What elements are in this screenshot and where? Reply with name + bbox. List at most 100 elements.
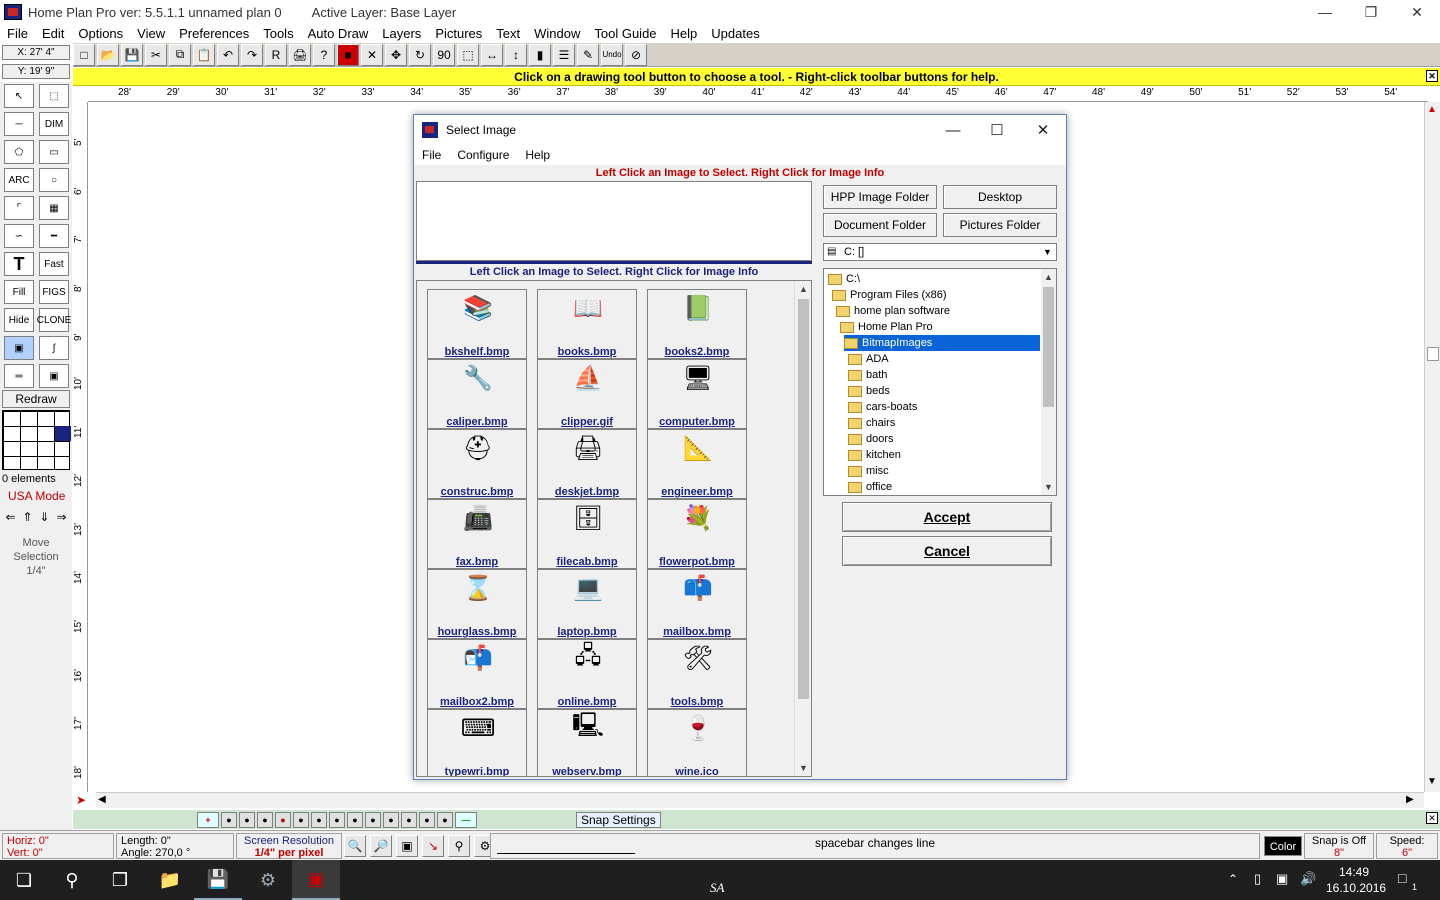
desktop-button[interactable]: Desktop xyxy=(943,185,1057,209)
hpp-image-folder-button[interactable]: HPP Image Folder xyxy=(823,185,937,209)
zoom-window-icon[interactable]: ↘ xyxy=(422,835,444,857)
image-cell[interactable]: 🖳 webserv.bmp xyxy=(537,709,637,776)
image-cell[interactable]: ⛑ construc.bmp xyxy=(427,429,527,499)
fill-button[interactable]: Fill xyxy=(4,280,34,304)
dialog-menu-configure[interactable]: Configure xyxy=(449,148,517,162)
folder-tree-item[interactable]: office xyxy=(848,479,892,495)
menu-view[interactable]: View xyxy=(130,26,172,41)
menu-layers[interactable]: Layers xyxy=(375,26,428,41)
hide-button[interactable]: Hide xyxy=(4,308,34,332)
layer-dot-11[interactable]: ● xyxy=(401,811,417,828)
move-up-icon[interactable]: ⇑ xyxy=(22,510,32,526)
folder-tree-item[interactable]: C:\ xyxy=(828,271,860,287)
grid-scroll-up-icon[interactable]: ▲ xyxy=(795,281,811,297)
cut-icon[interactable]: ✂ xyxy=(145,43,167,66)
undo-button[interactable]: Undo xyxy=(601,43,623,66)
search-icon[interactable]: ⚲ xyxy=(48,860,96,900)
folder-tree-item[interactable]: home plan software xyxy=(836,303,950,319)
canvas-horizontal-scrollbar[interactable]: ◀ ▶ xyxy=(96,792,1424,808)
scroll-up-icon[interactable]: ▲ xyxy=(1427,104,1437,115)
menu-auto-draw[interactable]: Auto Draw xyxy=(301,26,376,41)
image-grid-scrollbar[interactable]: ▲ ▼ xyxy=(794,281,811,776)
stamp-icon[interactable]: ✎ xyxy=(577,43,599,66)
layer-dot-3[interactable]: ● xyxy=(257,811,273,828)
report-icon[interactable]: R xyxy=(265,43,287,66)
dialog-close-button[interactable]: ✕ xyxy=(1020,115,1066,145)
app-tools-icon[interactable]: ⚙ xyxy=(244,860,292,900)
layer-grid[interactable] xyxy=(2,410,71,470)
rotate-icon[interactable]: ↻ xyxy=(409,43,431,66)
dialog-maximize-button[interactable]: ☐ xyxy=(974,115,1020,145)
double-line-icon[interactable]: ═ xyxy=(4,364,34,388)
menu-help[interactable]: Help xyxy=(664,26,705,41)
folder-tree-item[interactable]: Home Plan Pro xyxy=(840,319,933,335)
menu-tool-guide[interactable]: Tool Guide xyxy=(587,26,663,41)
cancel-icon[interactable]: ⊘ xyxy=(625,43,647,66)
grid-scroll-down-icon[interactable]: ▼ xyxy=(795,760,811,776)
menu-window[interactable]: Window xyxy=(527,26,587,41)
folder-tree-item[interactable]: cars-boats xyxy=(848,399,917,415)
dialog-menu-help[interactable]: Help xyxy=(517,148,558,162)
layer-dot-12[interactable]: ● xyxy=(419,811,435,828)
menu-preferences[interactable]: Preferences xyxy=(172,26,256,41)
image-cell[interactable]: 🗄 filecab.bmp xyxy=(537,499,637,569)
task-view-icon[interactable]: ❐ xyxy=(96,860,144,900)
door-icon[interactable]: ⌜ xyxy=(4,196,34,220)
app-icon[interactable] xyxy=(4,4,22,20)
accept-button[interactable]: Accept xyxy=(842,502,1052,532)
image-cell[interactable]: 📠 fax.bmp xyxy=(427,499,527,569)
image-cell[interactable]: 🛠 tools.bmp xyxy=(647,639,747,709)
minimize-button[interactable]: — xyxy=(1302,0,1348,24)
file-explorer-icon[interactable]: 📁 xyxy=(146,860,194,900)
folder-tree-item[interactable]: Program Files (x86) xyxy=(832,287,947,303)
chevron-down-icon[interactable]: ▼ xyxy=(1039,244,1056,260)
tree-scroll-up-icon[interactable]: ▲ xyxy=(1041,269,1056,285)
clone-button[interactable]: CLONE xyxy=(37,308,71,332)
layerbar-close-icon[interactable]: ✕ xyxy=(1426,812,1438,824)
flip-horizontal-icon[interactable]: ↔ xyxy=(481,43,503,66)
layer-dot-9[interactable]: ● xyxy=(365,811,381,828)
zoom-in-icon[interactable]: 🔍 xyxy=(344,835,366,857)
redraw-button[interactable]: Redraw xyxy=(2,390,70,408)
folder-tree-item[interactable]: BitmapImages xyxy=(844,335,1040,351)
image-icon[interactable]: ▣ xyxy=(4,336,34,360)
homeplan-task-icon[interactable]: ▣ xyxy=(292,860,340,900)
scroll-down-icon[interactable]: ▼ xyxy=(1427,776,1437,787)
clock[interactable]: 14:49 16.10.2016 xyxy=(1326,864,1386,896)
paste-icon[interactable]: 📋 xyxy=(193,43,215,66)
line-icon[interactable]: ─ xyxy=(4,112,34,136)
image-cell[interactable]: 📐 engineer.bmp xyxy=(647,429,747,499)
image-cell[interactable]: 🍷 wine.ico xyxy=(647,709,747,776)
image-cell[interactable]: 💻 laptop.bmp xyxy=(537,569,637,639)
polygon-icon[interactable]: ⬠ xyxy=(4,140,34,164)
app-save-icon[interactable]: 💾 xyxy=(194,860,242,900)
menu-options[interactable]: Options xyxy=(71,26,130,41)
wall-line-icon[interactable]: ━ xyxy=(39,224,69,248)
select-area-icon[interactable]: ⬚ xyxy=(39,84,69,108)
image-cell[interactable]: 🔧 caliper.bmp xyxy=(427,359,527,429)
close-button[interactable]: ✕ xyxy=(1394,0,1440,24)
layer-dot-7[interactable]: ● xyxy=(329,811,345,828)
image-cell[interactable]: 📫 mailbox.bmp xyxy=(647,569,747,639)
layer-dot-13[interactable]: ● xyxy=(437,811,453,828)
fast-text-button[interactable]: Fast xyxy=(39,252,69,276)
layer-dot-active[interactable]: ● xyxy=(275,811,291,828)
dialog-minimize-button[interactable]: — xyxy=(930,115,976,145)
pictures-folder-button[interactable]: Pictures Folder xyxy=(943,213,1057,237)
help-icon[interactable]: ? xyxy=(313,43,335,66)
text-icon[interactable]: T xyxy=(4,252,34,276)
arc-button[interactable]: ARC xyxy=(4,168,34,192)
move-right-icon[interactable]: ⇒ xyxy=(56,510,66,526)
select-box-icon[interactable]: ⬚ xyxy=(457,43,479,66)
menu-updates[interactable]: Updates xyxy=(704,26,766,41)
hint-close-icon[interactable]: ✕ xyxy=(1426,70,1438,82)
new-file-icon[interactable]: □ xyxy=(73,43,95,66)
chevron-up-icon[interactable]: ⌃ xyxy=(1228,872,1238,886)
layer-dot-8[interactable]: ● xyxy=(347,811,363,828)
battery-icon[interactable]: ▯ xyxy=(1254,871,1261,887)
lines-icon[interactable]: ☰ xyxy=(553,43,575,66)
pointer-icon[interactable]: ↖ xyxy=(4,84,34,108)
color-icon[interactable]: ■ xyxy=(337,43,359,66)
drive-select[interactable]: ▤ C: [] ▼ xyxy=(823,243,1057,261)
image-cell[interactable]: 📖 books.bmp xyxy=(537,289,637,359)
